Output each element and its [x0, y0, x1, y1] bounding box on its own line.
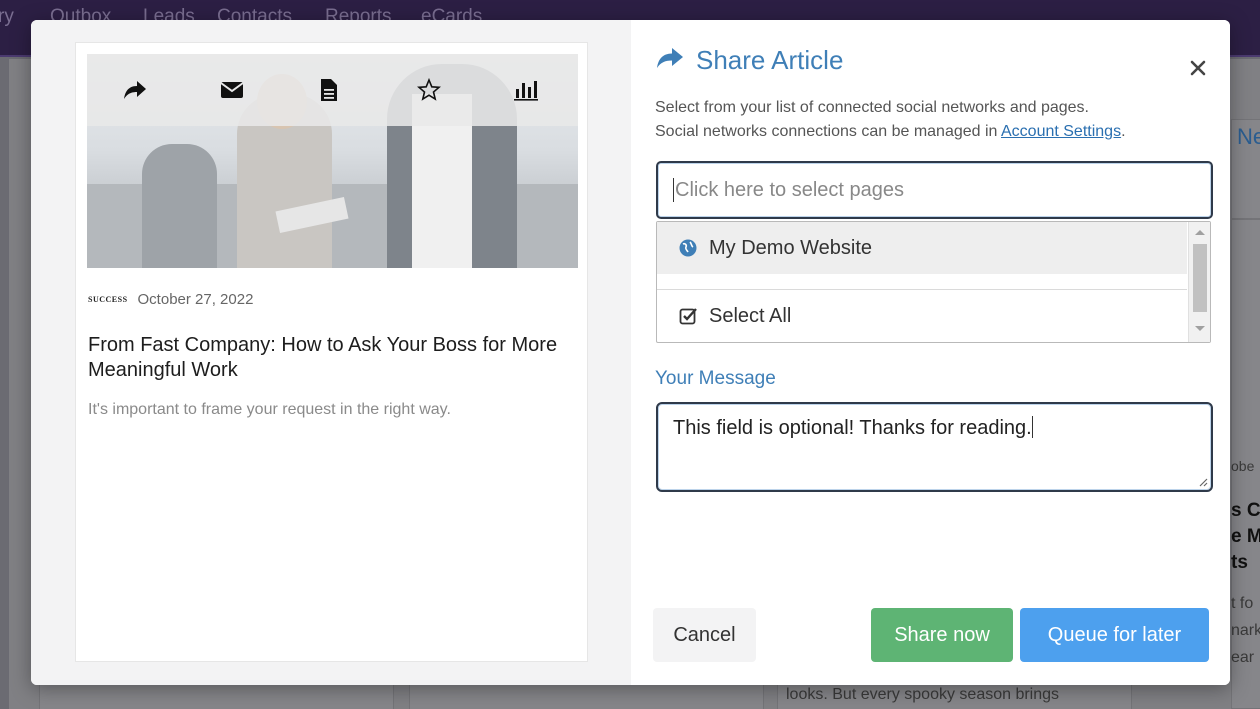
- background-title-fragment: ts: [1231, 552, 1248, 573]
- share-instructions: Select from your list of connected socia…: [655, 96, 1215, 144]
- article-action-bar: [87, 54, 578, 126]
- share-now-button[interactable]: Share now: [871, 608, 1013, 662]
- globe-icon: [679, 239, 697, 257]
- message-text: This field is optional! Thanks for readi…: [673, 417, 1032, 439]
- article-preview-pane: SUCCESS October 27, 2022 From Fast Compa…: [31, 20, 631, 685]
- instructions-line-1: Select from your list of connected socia…: [655, 99, 1089, 116]
- resize-grip-icon[interactable]: [1198, 477, 1208, 487]
- queue-for-later-button[interactable]: Queue for later: [1020, 608, 1209, 662]
- close-icon: [1190, 60, 1206, 76]
- background-tab-fragment: Ne: [1237, 124, 1260, 149]
- article-date: October 27, 2022: [137, 291, 254, 308]
- text-cursor: [673, 178, 674, 202]
- scrollbar-thumb[interactable]: [1193, 244, 1207, 312]
- background-footer-text: looks. But every spooky season brings: [786, 686, 1060, 703]
- scroll-down-icon[interactable]: [1195, 326, 1205, 331]
- option-label: Select All: [709, 304, 792, 327]
- share-form-pane: Share Article Select from your list of c…: [631, 20, 1230, 685]
- page-select-placeholder: Click here to select pages: [675, 178, 905, 201]
- envelope-icon[interactable]: [218, 76, 246, 104]
- background-title-fragment: s C: [1231, 500, 1260, 521]
- scroll-up-icon[interactable]: [1195, 230, 1205, 235]
- nav-item-fragment[interactable]: ry: [0, 6, 14, 28]
- share-arrow-icon: [656, 47, 684, 74]
- article-title: From Fast Company: How to Ask Your Boss …: [88, 334, 558, 381]
- close-button[interactable]: [1186, 56, 1210, 80]
- article-meta: SUCCESS October 27, 2022: [88, 291, 253, 308]
- page-select-input[interactable]: Click here to select pages: [656, 161, 1213, 219]
- background-summary-fragment: t fo: [1231, 595, 1254, 612]
- document-icon[interactable]: [315, 76, 343, 104]
- page-select-dropdown: My Demo Website Select All: [656, 221, 1211, 343]
- account-settings-link[interactable]: Account Settings: [1001, 123, 1121, 140]
- star-icon[interactable]: [415, 76, 443, 104]
- message-label: Your Message: [655, 368, 776, 389]
- cancel-button[interactable]: Cancel: [653, 608, 756, 662]
- instructions-line-2-text: Social networks connections can be manag…: [655, 123, 998, 140]
- article-summary: It's important to frame your request in …: [88, 401, 451, 418]
- dropdown-option-my-demo-website[interactable]: My Demo Website: [657, 222, 1187, 274]
- background-summary-fragment: nark: [1231, 622, 1260, 639]
- share-header: Share Article: [656, 45, 843, 76]
- message-textarea[interactable]: This field is optional! Thanks for readi…: [656, 402, 1213, 492]
- dropdown-option-select-all[interactable]: Select All: [657, 290, 1187, 342]
- background-person-shape: [142, 144, 217, 268]
- checkbox-icon: [679, 308, 697, 325]
- modal-title: Share Article: [696, 45, 844, 75]
- share-arrow-icon[interactable]: [121, 76, 149, 104]
- background-date-fragment: obe: [1231, 458, 1255, 474]
- article-hero-image: [87, 54, 578, 268]
- dropdown-scrollbar[interactable]: [1188, 222, 1210, 342]
- share-article-modal: SUCCESS October 27, 2022 From Fast Compa…: [31, 20, 1230, 685]
- option-label: My Demo Website: [709, 236, 873, 259]
- background-title-fragment: e M: [1231, 526, 1260, 547]
- instructions-line-2-end: .: [1121, 123, 1126, 140]
- background-summary-fragment: ear: [1231, 649, 1255, 666]
- bar-chart-icon[interactable]: [512, 76, 540, 104]
- article-card: SUCCESS October 27, 2022 From Fast Compa…: [75, 42, 588, 662]
- text-cursor: [1031, 416, 1033, 438]
- source-logo: SUCCESS: [88, 295, 128, 304]
- instructions-line-2: Social networks connections can be manag…: [655, 120, 1215, 144]
